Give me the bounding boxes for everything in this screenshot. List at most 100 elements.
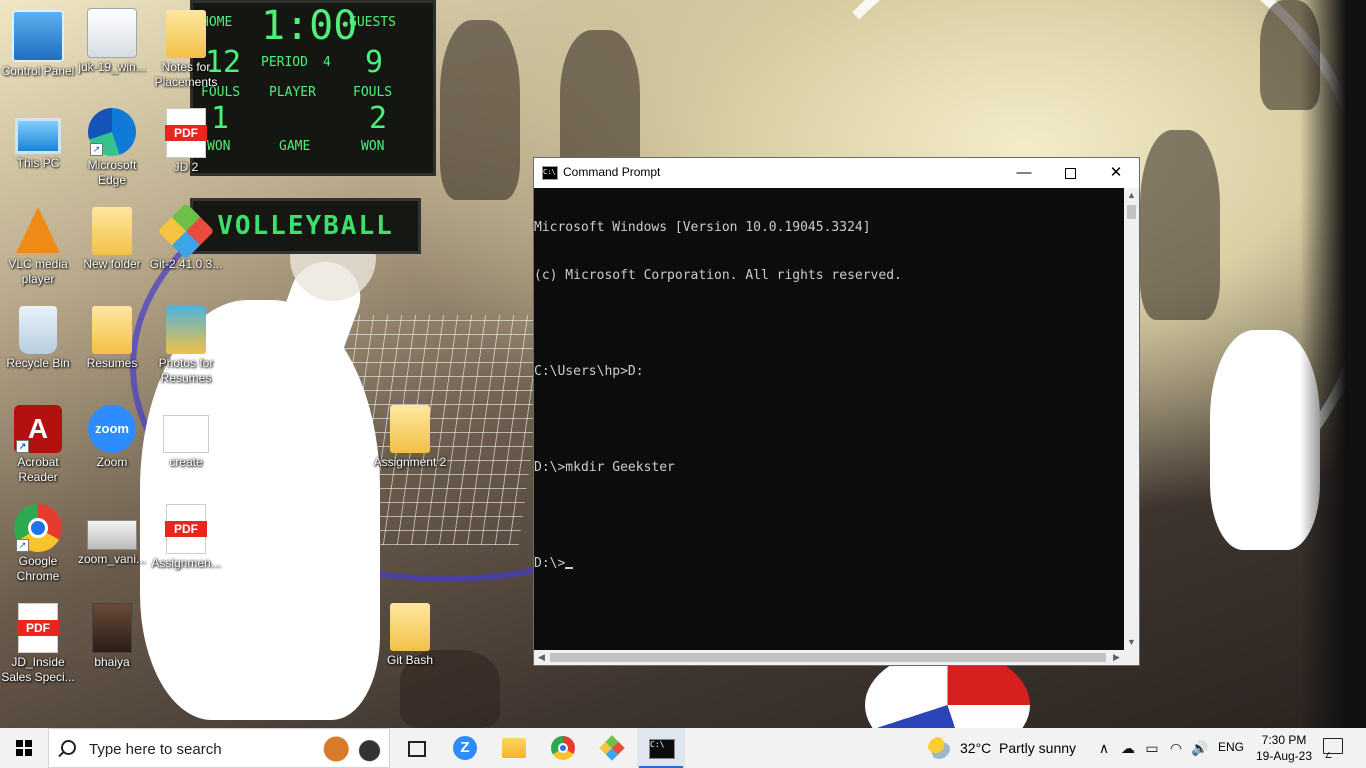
command-prompt-icon[interactable]: C:\: [542, 166, 558, 180]
desktop-icon-new-folder[interactable]: New folder: [74, 207, 150, 272]
desktop-icon-control-panel[interactable]: Control Panel: [0, 10, 76, 79]
shortcut-arrow-icon: ↗: [16, 440, 29, 453]
desktop-icon-assignment-2[interactable]: Assignment 2: [372, 405, 448, 470]
desktop-icon-resumes[interactable]: Resumes: [74, 306, 150, 371]
taskbar-git[interactable]: [588, 728, 636, 768]
vertical-scroll-thumb[interactable]: [1127, 205, 1136, 219]
scoreboard-guest-fouls: 2: [369, 101, 388, 136]
desktop-icon-label: Acrobat Reader: [17, 455, 59, 484]
desktop-icon-vlc[interactable]: VLC media player: [0, 207, 76, 287]
desktop-icon-acrobat-reader[interactable]: A ↗ Acrobat Reader: [0, 405, 76, 485]
zoom-badge: zoom: [95, 421, 129, 436]
desktop-icon-label: bhaiya: [94, 655, 130, 669]
desktop-icon-label: VLC media player: [8, 257, 68, 286]
desktop-icon-label: Microsoft Edge: [87, 158, 137, 187]
folder-icon: [166, 306, 206, 354]
pdf-icon: PDF: [165, 108, 207, 158]
scroll-down-button[interactable]: ▼: [1124, 635, 1139, 650]
scoreboard-won-right: WON: [361, 139, 385, 154]
taskbar-command-prompt[interactable]: C:\: [637, 728, 685, 768]
battery-icon[interactable]: ▭: [1143, 740, 1161, 756]
desktop-icon-photos-for-resumes[interactable]: Photos for Resumes: [148, 306, 224, 386]
git-icon: [599, 735, 625, 761]
zoom-icon: Z: [453, 736, 477, 760]
git-icon: [157, 202, 215, 260]
java-installer-icon: [87, 8, 137, 58]
clock[interactable]: 7:30 PM 19-Aug-23: [1252, 732, 1316, 764]
folder-icon: [390, 405, 430, 453]
desktop-icon-notes-for-placements[interactable]: Notes for Placements: [148, 10, 224, 90]
desktop-icon-create[interactable]: create: [148, 405, 224, 470]
console-prompt: D:\>: [534, 556, 566, 571]
wifi-icon[interactable]: ◠: [1167, 740, 1185, 756]
show-hidden-icons-chevron-icon[interactable]: ∧: [1095, 740, 1113, 756]
taskbar-chrome[interactable]: [539, 728, 587, 768]
start-button[interactable]: [0, 728, 48, 768]
taskbar-search-box[interactable]: Type here to search: [48, 728, 390, 768]
minimize-button[interactable]: —: [1001, 158, 1047, 188]
scroll-up-button[interactable]: ▲: [1124, 188, 1139, 203]
desktop-icon-google-chrome[interactable]: ↗ Google Chrome: [0, 504, 76, 584]
folder-icon: [92, 207, 132, 255]
desktop-icon-label: Git-2.41.0.3...: [149, 257, 223, 271]
desktop-icon-label: Resumes: [86, 356, 138, 370]
photo-thumbnail-icon: [92, 603, 132, 653]
pdf-icon: PDF: [165, 504, 207, 554]
desktop-icon-bhaiya[interactable]: bhaiya: [74, 603, 150, 670]
maximize-button[interactable]: [1047, 158, 1093, 188]
folder-icon: [390, 603, 430, 651]
desktop-icon-zoom-recording[interactable]: zoom_vani...: [74, 504, 150, 567]
desktop-icon-jdk-installer[interactable]: jdk-19_win...: [74, 8, 150, 75]
scoreboard-player-label: PLAYER: [269, 85, 316, 100]
desktop-icon-jd-2[interactable]: PDF JD 2: [148, 108, 224, 175]
scoreboard-time: 1:00: [261, 3, 358, 49]
scrollbar-corner: [1124, 650, 1139, 665]
scroll-left-button[interactable]: ◀: [534, 650, 549, 665]
desktop-icon-assignment-pdf[interactable]: PDF Assignmen...: [148, 504, 224, 571]
recycle-bin-icon: [19, 306, 57, 354]
taskbar-zoom[interactable]: Z: [441, 728, 489, 768]
desktop-icon-git-bash[interactable]: Git Bash: [372, 603, 448, 668]
console-output[interactable]: Microsoft Windows [Version 10.0.19045.33…: [534, 188, 1124, 650]
notification-center-icon[interactable]: [1323, 738, 1343, 754]
horizontal-scroll-thumb[interactable]: [550, 653, 1106, 662]
partly-sunny-icon: [928, 737, 950, 759]
scroll-right-button[interactable]: ▶: [1109, 650, 1124, 665]
task-view-icon: [408, 741, 426, 757]
horizontal-scrollbar[interactable]: ◀ ▶: [534, 650, 1124, 665]
desktop-icon-recycle-bin[interactable]: Recycle Bin: [0, 306, 76, 371]
desktop-icon-microsoft-edge[interactable]: ↗ Microsoft Edge: [74, 108, 150, 188]
volume-icon[interactable]: 🔊: [1191, 740, 1209, 756]
desktop-icon-this-pc[interactable]: This PC: [0, 108, 76, 171]
desktop-icon-label: Assignment 2: [373, 455, 447, 469]
window-titlebar[interactable]: C:\ Command Prompt — ✕: [534, 158, 1139, 188]
desktop-icon-label: zoom_vani...: [77, 552, 147, 566]
task-view-button[interactable]: [392, 728, 440, 768]
shortcut-arrow-icon: ↗: [90, 143, 103, 156]
search-highlight-image: [314, 732, 388, 766]
desktop-icon-label: New folder: [83, 257, 141, 271]
vertical-scrollbar[interactable]: ▲ ▼: [1124, 188, 1139, 650]
desktop-icon-label: Google Chrome: [16, 554, 60, 583]
desktop-icon-jd-inside-sales[interactable]: PDF JD_Inside Sales Speci...: [0, 603, 76, 685]
desktop-icon-label: Git Bash: [386, 653, 434, 667]
search-icon: [61, 740, 76, 755]
scoreboard-game-label: GAME: [279, 139, 311, 154]
close-button[interactable]: ✕: [1093, 158, 1139, 188]
desktop-icon-label: Recycle Bin: [6, 356, 70, 370]
zoom-icon: zoom: [88, 405, 136, 453]
console-prompt-line[interactable]: D:\>: [534, 556, 1124, 572]
control-panel-icon: [12, 10, 64, 62]
onedrive-cloud-icon[interactable]: ☁: [1119, 740, 1137, 756]
wallpaper-scoreboard: HOME 1:00 GUESTS 12 PERIOD 4 9 FOULS PLA…: [190, 0, 436, 176]
desktop-icon-git-installer[interactable]: Git-2.41.0.3...: [148, 202, 224, 272]
language-indicator[interactable]: ENG: [1218, 740, 1244, 754]
desktop-icon-zoom[interactable]: zoom Zoom: [74, 405, 150, 470]
command-prompt-window[interactable]: C:\ Command Prompt — ✕ Microsoft Windows…: [533, 157, 1140, 666]
folder-icon: [92, 306, 132, 354]
taskbar-file-explorer[interactable]: [490, 728, 538, 768]
pdf-badge: PDF: [165, 521, 207, 537]
desktop-icon-label: JD_Inside Sales Speci...: [1, 655, 75, 684]
